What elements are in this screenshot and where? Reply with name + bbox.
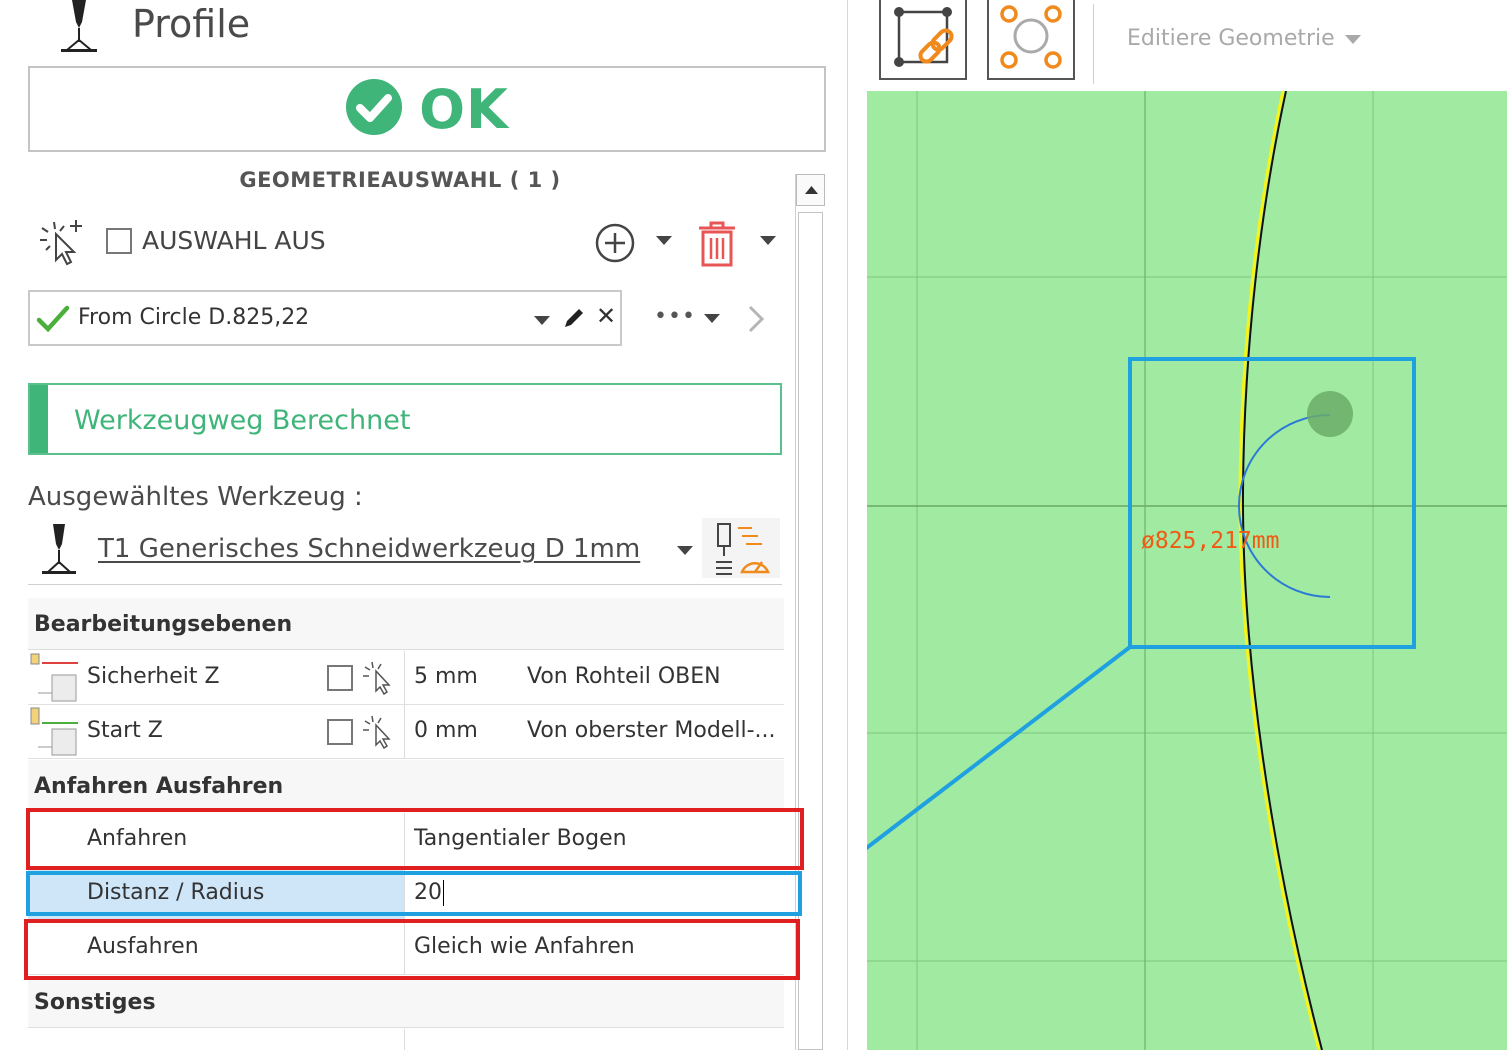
geometry-item-dropdown-icon[interactable]	[534, 316, 550, 325]
ok-label: OK	[419, 77, 509, 141]
property-name: Sicherheit Z	[87, 664, 220, 689]
property-reference[interactable]: Von oberster Modell-...	[527, 718, 776, 743]
geometry-list-item[interactable]: From Circle D.825,22 ✕	[28, 290, 622, 346]
page-title: Profile	[132, 2, 251, 46]
annotation-connector	[867, 645, 1132, 851]
status-accent-bar	[30, 385, 48, 453]
operation-panel: Profile OK GEOMETRIEAUSWAHL ( 1 ) AUSWAH…	[0, 0, 848, 1050]
section-header-levels: Bearbeitungsebenen	[28, 598, 784, 650]
tool-start-point	[1307, 391, 1353, 437]
add-circle-icon[interactable]	[594, 222, 636, 264]
tool-dropdown-icon[interactable]	[677, 546, 693, 555]
status-label: Werkzeugweg Berechnet	[74, 405, 411, 436]
annotation-highlight-viewport	[1128, 357, 1416, 649]
grid-lines	[867, 91, 1507, 1050]
safety-height-icon	[28, 653, 80, 703]
section-header-misc: Sonstiges	[28, 976, 784, 1028]
edit-geometry-dropdown[interactable]: Editiere Geometrie	[1127, 26, 1335, 51]
property-row-start-z[interactable]: Start Z 0 mm Von oberster Modell-...	[28, 705, 784, 759]
toolbar-separator	[1093, 4, 1094, 84]
cutting-tool-icon	[55, 0, 105, 54]
more-options-icon[interactable]: •••	[654, 304, 696, 329]
select-off-label: AUSWAHL AUS	[142, 226, 326, 255]
property-value[interactable]: 0 mm	[414, 718, 478, 743]
property-row-partial[interactable]	[28, 1029, 784, 1050]
chevron-right-icon[interactable]	[744, 304, 768, 334]
tool-parameters-icon[interactable]	[702, 518, 780, 578]
ok-button[interactable]: OK	[28, 66, 826, 152]
scroll-thumb[interactable]	[798, 212, 823, 1050]
annotation-highlight-distance	[26, 871, 802, 916]
dimension-label: ø825,217mm	[1141, 528, 1279, 554]
property-value[interactable]: 5 mm	[414, 664, 478, 689]
scroll-up-button[interactable]	[796, 174, 825, 206]
selected-tool-heading: Ausgewähltes Werkzeug :	[28, 482, 363, 512]
edit-geometry-dropdown-icon[interactable]	[1345, 35, 1361, 44]
contour-yellow	[1238, 91, 1321, 1050]
pencil-icon[interactable]	[562, 306, 586, 330]
trash-icon[interactable]	[695, 218, 739, 268]
checkmark-icon	[36, 304, 70, 338]
column-separator	[404, 1029, 405, 1050]
geometry-selection-title: GEOMETRIEAUSWAHL ( 1 )	[239, 168, 561, 192]
more-dropdown-icon[interactable]	[704, 314, 720, 323]
pick-cursor-icon[interactable]	[360, 713, 396, 750]
chain-geometry-button[interactable]	[879, 0, 967, 80]
safety-z-checkbox[interactable]	[327, 665, 353, 691]
select-off-checkbox[interactable]	[106, 228, 132, 254]
section-header-approach: Anfahren Ausfahren	[28, 760, 784, 812]
column-separator	[404, 651, 405, 704]
selection-cursor-icon[interactable]	[36, 218, 86, 268]
column-separator	[404, 705, 405, 758]
close-icon[interactable]: ✕	[596, 302, 616, 330]
chain-link-icon	[894, 7, 954, 67]
points-geometry-button[interactable]	[987, 0, 1075, 80]
start-z-checkbox[interactable]	[327, 719, 353, 745]
delete-dropdown-icon[interactable]	[760, 236, 776, 245]
check-circle-icon	[345, 78, 403, 140]
property-reference[interactable]: Von Rohteil OBEN	[527, 664, 721, 689]
cutting-tool-icon	[38, 522, 82, 576]
annotation-highlight-retract	[24, 919, 800, 980]
geometry-item-label: From Circle D.825,22	[78, 305, 310, 330]
viewport-toolbar: Editiere Geometrie	[849, 0, 1507, 91]
circle-contour	[1241, 91, 1323, 1050]
property-row-safety-z[interactable]: Sicherheit Z 5 mm Von Rohteil OBEN	[28, 651, 784, 705]
circle-points-icon	[1000, 5, 1062, 69]
divider	[28, 584, 782, 585]
add-dropdown-icon[interactable]	[656, 236, 672, 245]
viewport-canvas[interactable]: ø825,217mm	[867, 91, 1507, 1050]
cad-viewport[interactable]: ø825,217mm	[867, 91, 1507, 1050]
property-name: Start Z	[87, 718, 163, 743]
toolpath-status: Werkzeugweg Berechnet	[28, 383, 782, 455]
pick-cursor-icon[interactable]	[360, 659, 396, 696]
tool-name-link[interactable]: T1 Generisches Schneidwerkzeug D 1mm	[98, 534, 640, 564]
annotation-highlight-approach	[26, 808, 804, 870]
start-height-icon	[28, 707, 80, 757]
